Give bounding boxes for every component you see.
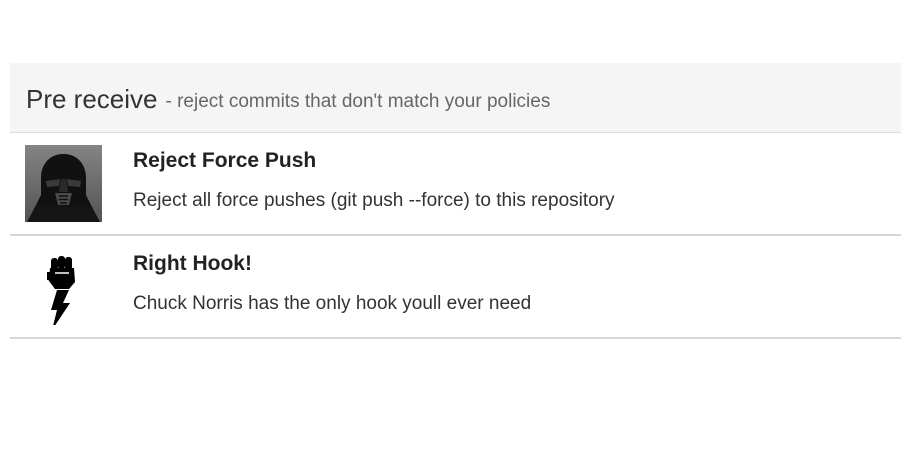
hook-name: Reject Force Push xyxy=(133,149,317,172)
hook-name: Right Hook! xyxy=(133,252,252,275)
hook-description: Reject all force pushes (git push --forc… xyxy=(133,190,615,211)
hook-description: Chuck Norris has the only hook youll eve… xyxy=(133,293,532,314)
darth-vader-icon xyxy=(25,145,102,222)
hook-item-reject-force-push[interactable]: Reject Force Push Reject all force pushe… xyxy=(10,133,901,236)
hook-item-right-hook[interactable]: Right Hook! Chuck Norris has the only ho… xyxy=(10,236,901,339)
fist-lightning-icon xyxy=(25,248,102,330)
panel-header: Pre receive - reject commits that don't … xyxy=(10,63,901,133)
panel-title: Pre receive xyxy=(26,84,158,114)
panel-subtitle: - reject commits that don't match your p… xyxy=(165,90,551,112)
pre-receive-panel: Pre receive - reject commits that don't … xyxy=(10,63,901,339)
